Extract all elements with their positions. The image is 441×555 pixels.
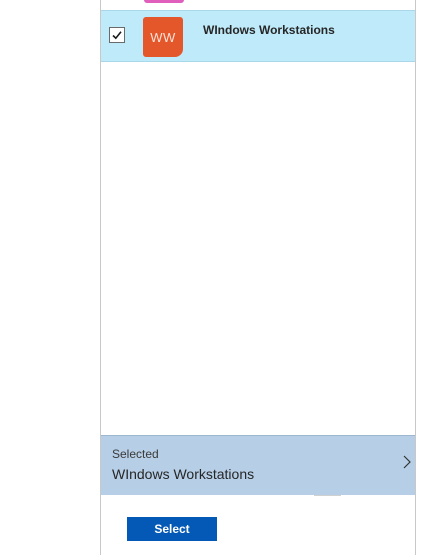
item-checkbox[interactable] — [109, 27, 125, 43]
selected-caption: Selected — [112, 447, 159, 461]
list-item[interactable]: WW WIndows Workstations — [101, 10, 415, 62]
item-title: WIndows Workstations — [203, 23, 335, 37]
checkmark-icon — [112, 31, 122, 40]
previous-item-tile — [144, 0, 184, 3]
selected-value: WIndows Workstations — [112, 466, 255, 482]
group-picker-panel: WW WIndows Workstations Selected WIndows… — [100, 0, 416, 555]
tile-initials: WW — [150, 29, 176, 45]
group-avatar-tile: WW — [143, 17, 183, 57]
page: WW WIndows Workstations Selected WIndows… — [0, 0, 441, 555]
chevron-right-icon — [403, 455, 411, 469]
select-button[interactable]: Select — [127, 517, 217, 541]
selected-summary[interactable]: Selected WIndows Workstations — [101, 435, 415, 495]
footer-divider — [314, 495, 341, 496]
